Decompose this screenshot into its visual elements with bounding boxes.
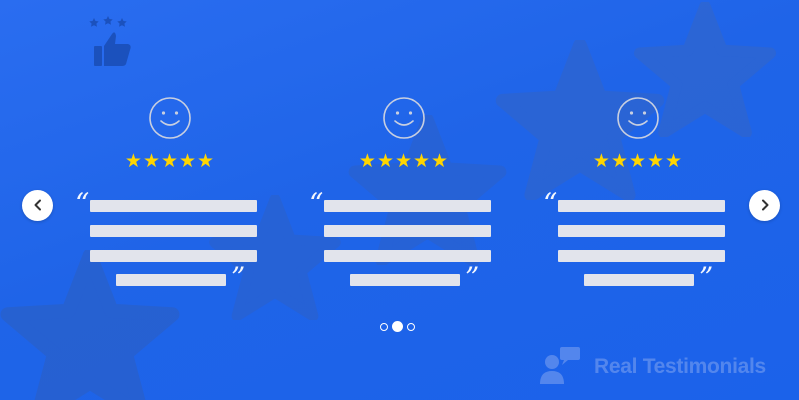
smiley-icon <box>616 96 660 140</box>
open-quote-mark: “ <box>75 187 90 220</box>
pagination-dot-3[interactable] <box>407 322 415 331</box>
brand-name: Real Testimonials <box>594 355 766 378</box>
text-placeholder-line <box>116 274 226 286</box>
brand-logo: Real Testimonials <box>538 346 766 388</box>
smiley-icon <box>382 96 426 140</box>
next-slide-button[interactable] <box>749 190 780 221</box>
text-placeholder-line <box>90 225 257 237</box>
close-quote-mark: ” <box>231 261 246 294</box>
text-placeholder-line <box>558 225 725 237</box>
text-placeholder-line <box>350 274 460 286</box>
testimonial-card: ★★★★★ “ ” <box>543 96 733 296</box>
close-quote-mark: ” <box>465 261 480 294</box>
text-placeholder-line <box>558 200 725 212</box>
chevron-right-icon <box>759 196 771 215</box>
pagination-dots <box>380 321 415 332</box>
pagination-dot-2[interactable] <box>392 321 403 332</box>
star-rating: ★★★★★ <box>592 150 684 172</box>
text-placeholder-line <box>584 274 694 286</box>
testimonial-slider: ★★★★★ “ ” ★★★★★ “ ” ★★★★★ “ ” Real Testi… <box>0 0 799 400</box>
star-rating: ★★★★★ <box>358 150 450 172</box>
testimonial-card: ★★★★★ “ ” <box>309 96 499 296</box>
smiley-icon <box>148 96 192 140</box>
previous-slide-button[interactable] <box>22 190 53 221</box>
chevron-left-icon <box>32 196 44 215</box>
thumbs-up-stars-icon <box>88 16 136 68</box>
star-rating: ★★★★★ <box>124 150 216 172</box>
pagination-dot-1[interactable] <box>380 322 388 331</box>
open-quote-mark: “ <box>543 187 558 220</box>
text-placeholder-line <box>324 200 491 212</box>
close-quote-mark: ” <box>699 261 714 294</box>
text-placeholder-line <box>90 200 257 212</box>
text-placeholder-line <box>324 225 491 237</box>
open-quote-mark: “ <box>309 187 324 220</box>
user-chat-icon <box>538 346 586 388</box>
testimonial-card: ★★★★★ “ ” <box>75 96 265 296</box>
